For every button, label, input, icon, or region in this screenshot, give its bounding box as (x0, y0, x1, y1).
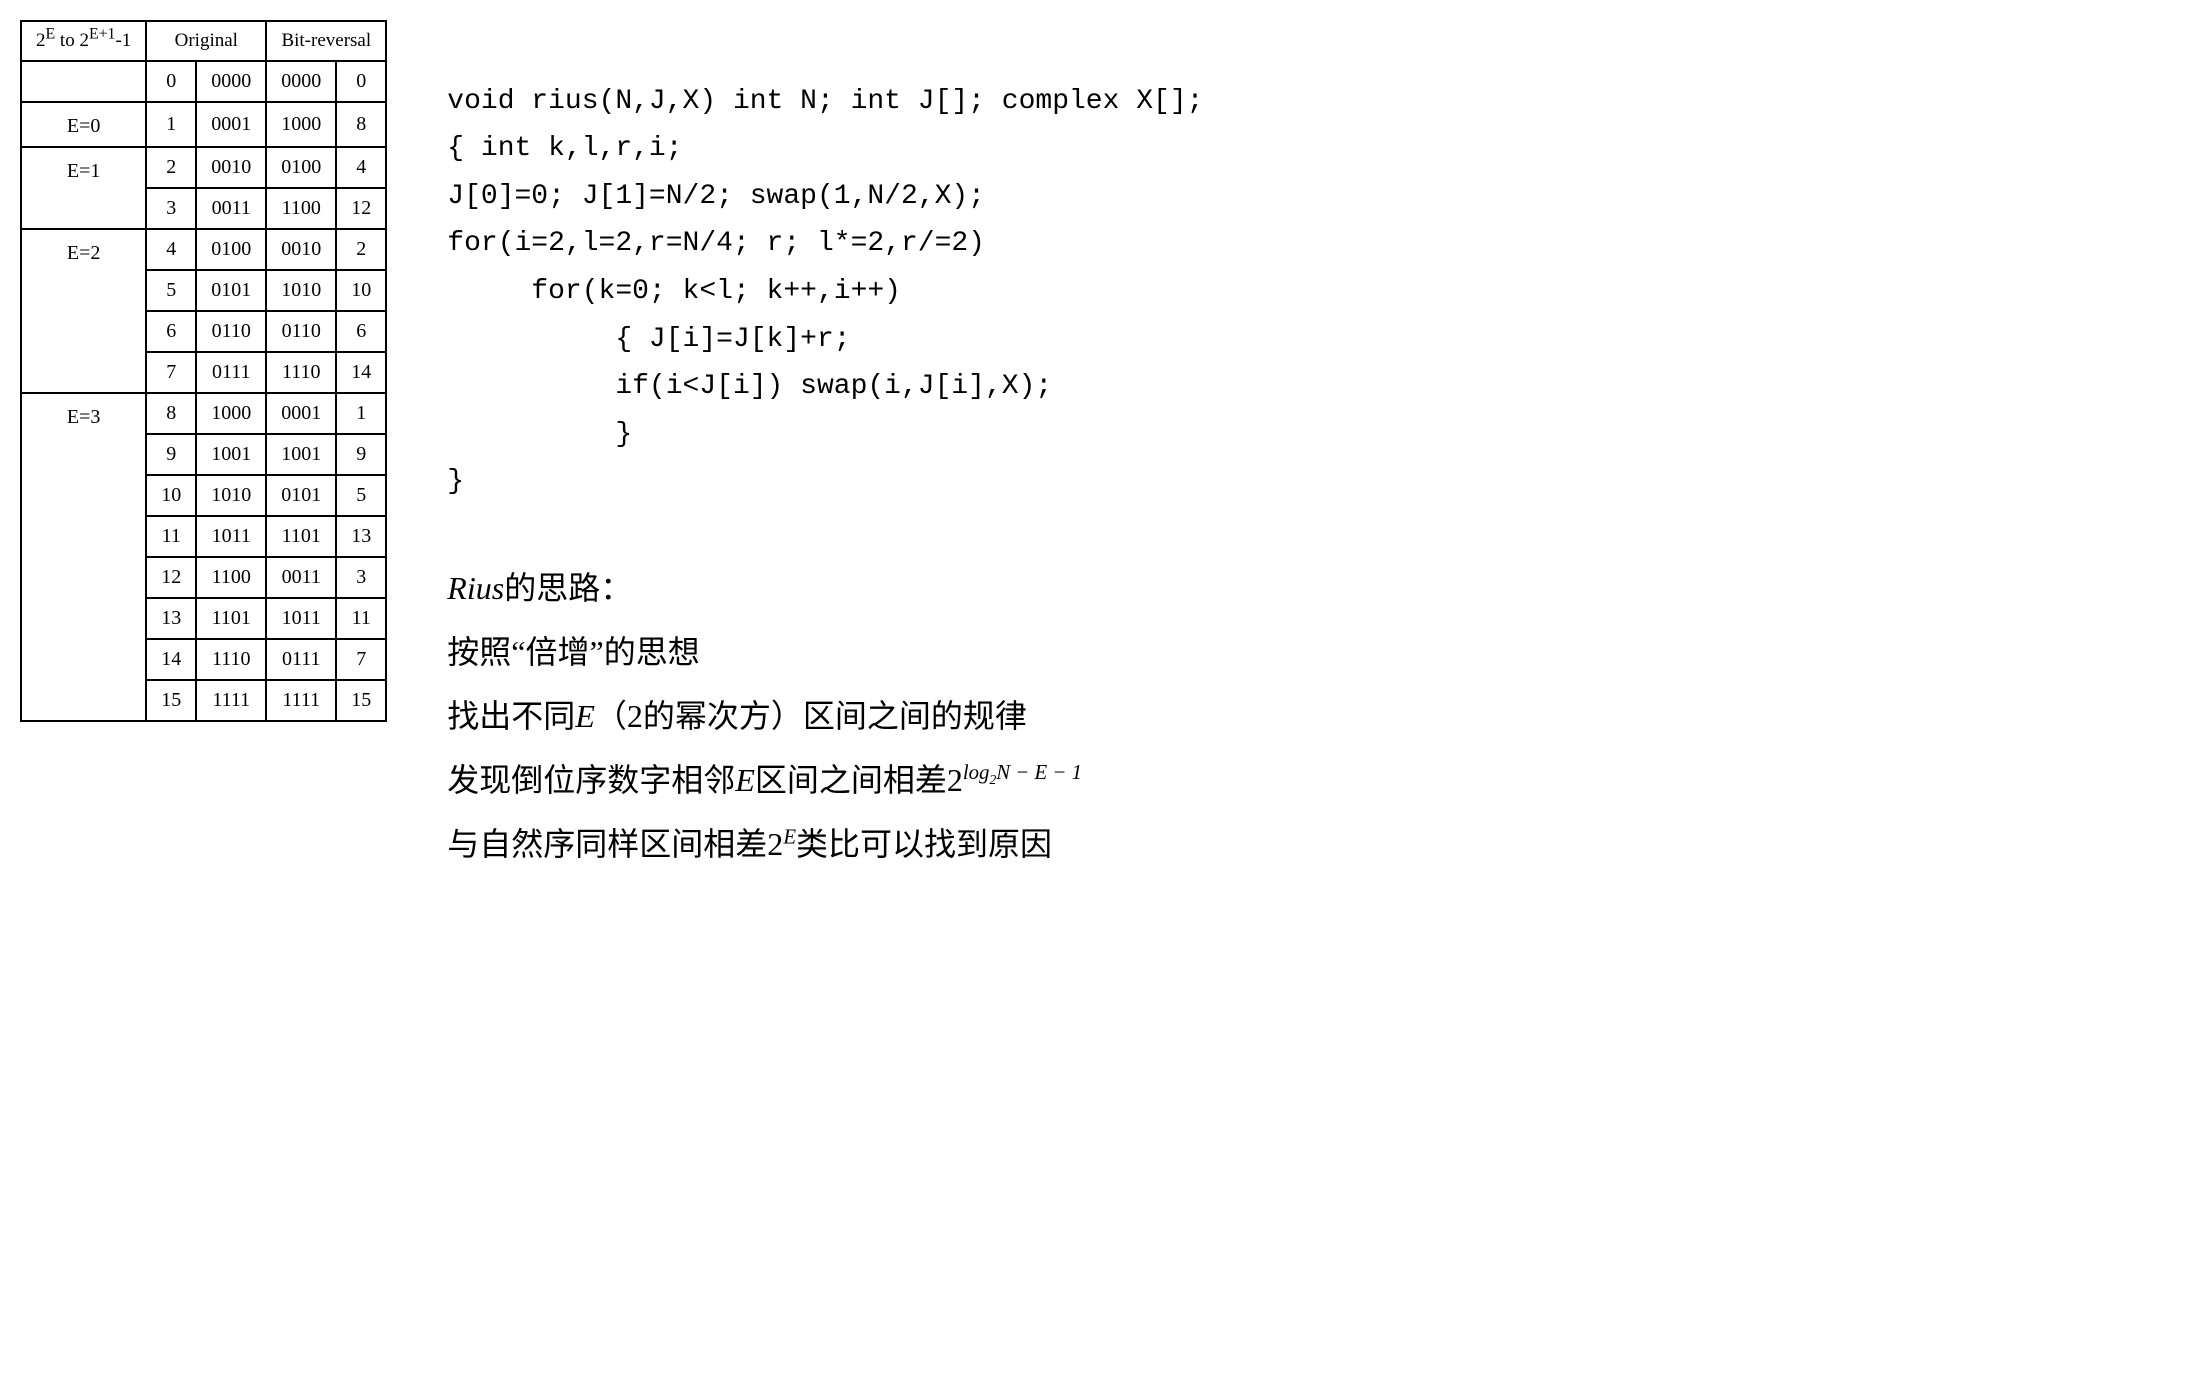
cell-nb: 1110 (196, 639, 266, 680)
cell-nb: 0010 (196, 147, 266, 188)
note-line: 发现倒位序数字相邻E区间之间相差2log2N − E − 1 (447, 748, 2186, 812)
cell-nb: 0111 (196, 352, 266, 393)
cell-r: 1 (336, 393, 386, 434)
cell-r: 8 (336, 102, 386, 147)
cell-nb: 0110 (196, 311, 266, 352)
note-line: Rius的思路： (447, 556, 2186, 620)
cell-rb: 0000 (266, 61, 336, 102)
code-line: for(i=2,l=2,r=N/4; r; l*=2,r/=2) (447, 228, 985, 259)
cell-r: 7 (336, 639, 386, 680)
code-line: { J[i]=J[k]+r; (447, 324, 850, 355)
cell-r: 14 (336, 352, 386, 393)
cell-n: 8 (146, 393, 196, 434)
cell-r: 15 (336, 680, 386, 721)
cell-rb: 0001 (266, 393, 336, 434)
col-header-bitreversal: Bit-reversal (266, 21, 386, 61)
cell-rb: 1001 (266, 434, 336, 475)
cell-r: 5 (336, 475, 386, 516)
cell-e-range: E=3 (21, 393, 146, 721)
code-block: void rius(N,J,X) int N; int J[]; complex… (447, 30, 2186, 506)
table-row: 0000000000 (21, 61, 386, 102)
cell-r: 3 (336, 557, 386, 598)
cell-r: 6 (336, 311, 386, 352)
cell-nb: 0011 (196, 188, 266, 229)
cell-rb: 0011 (266, 557, 336, 598)
cell-e-range: E=0 (21, 102, 146, 147)
cell-n: 6 (146, 311, 196, 352)
cell-n: 7 (146, 352, 196, 393)
cell-rb: 0110 (266, 311, 336, 352)
cell-n: 4 (146, 229, 196, 270)
cell-r: 2 (336, 229, 386, 270)
cell-n: 11 (146, 516, 196, 557)
cell-nb: 1011 (196, 516, 266, 557)
cell-n: 14 (146, 639, 196, 680)
cell-n: 15 (146, 680, 196, 721)
cell-rb: 1010 (266, 270, 336, 311)
cell-n: 3 (146, 188, 196, 229)
code-line: if(i<J[i]) swap(i,J[i],X); (447, 371, 1052, 402)
notes-block: Rius的思路： 按照“倍增”的思想 找出不同E（2的幂次方）区间之间的规律 发… (447, 556, 2186, 876)
cell-nb: 1001 (196, 434, 266, 475)
cell-n: 13 (146, 598, 196, 639)
cell-rb: 0111 (266, 639, 336, 680)
cell-r: 10 (336, 270, 386, 311)
note-line: 找出不同E（2的幂次方）区间之间的规律 (447, 684, 2186, 748)
cell-nb: 1111 (196, 680, 266, 721)
cell-r: 0 (336, 61, 386, 102)
cell-n: 1 (146, 102, 196, 147)
cell-nb: 1010 (196, 475, 266, 516)
cell-rb: 0010 (266, 229, 336, 270)
bit-reversal-table: 2E to 2E+1-1 Original Bit-reversal 00000… (20, 20, 387, 722)
cell-rb: 1100 (266, 188, 336, 229)
cell-rb: 1000 (266, 102, 336, 147)
code-line: } (447, 419, 632, 450)
table-row: E=12001001004 (21, 147, 386, 188)
cell-e-range: E=2 (21, 229, 146, 393)
cell-n: 10 (146, 475, 196, 516)
cell-r: 4 (336, 147, 386, 188)
cell-n: 0 (146, 61, 196, 102)
cell-rb: 0100 (266, 147, 336, 188)
col-header-range: 2E to 2E+1-1 (21, 21, 146, 61)
code-line: for(k=0; k<l; k++,i++) (447, 276, 901, 307)
table-row: E=38100000011 (21, 393, 386, 434)
cell-nb: 0100 (196, 229, 266, 270)
cell-n: 9 (146, 434, 196, 475)
table-row: E=24010000102 (21, 229, 386, 270)
cell-n: 12 (146, 557, 196, 598)
note-line: 与自然序同样区间相差2E类比可以找到原因 (447, 812, 2186, 876)
cell-nb: 0101 (196, 270, 266, 311)
cell-nb: 1000 (196, 393, 266, 434)
code-line: } (447, 466, 464, 497)
col-header-original: Original (146, 21, 266, 61)
cell-e-range (21, 61, 146, 102)
cell-r: 9 (336, 434, 386, 475)
cell-rb: 1111 (266, 680, 336, 721)
cell-r: 12 (336, 188, 386, 229)
cell-n: 2 (146, 147, 196, 188)
cell-nb: 1101 (196, 598, 266, 639)
code-line: void rius(N,J,X) int N; int J[]; complex… (447, 86, 1203, 117)
cell-rb: 1011 (266, 598, 336, 639)
cell-rb: 1101 (266, 516, 336, 557)
cell-nb: 0001 (196, 102, 266, 147)
cell-r: 11 (336, 598, 386, 639)
cell-rb: 1110 (266, 352, 336, 393)
note-line: 按照“倍增”的思想 (447, 620, 2186, 684)
cell-e-range: E=1 (21, 147, 146, 229)
code-line: { int k,l,r,i; (447, 133, 682, 164)
cell-r: 13 (336, 516, 386, 557)
table-body: 0000000000E=01000110008E=120010010043001… (21, 61, 386, 721)
code-line: J[0]=0; J[1]=N/2; swap(1,N/2,X); (447, 181, 985, 212)
table-row: E=01000110008 (21, 102, 386, 147)
cell-n: 5 (146, 270, 196, 311)
cell-rb: 0101 (266, 475, 336, 516)
cell-nb: 0000 (196, 61, 266, 102)
cell-nb: 1100 (196, 557, 266, 598)
